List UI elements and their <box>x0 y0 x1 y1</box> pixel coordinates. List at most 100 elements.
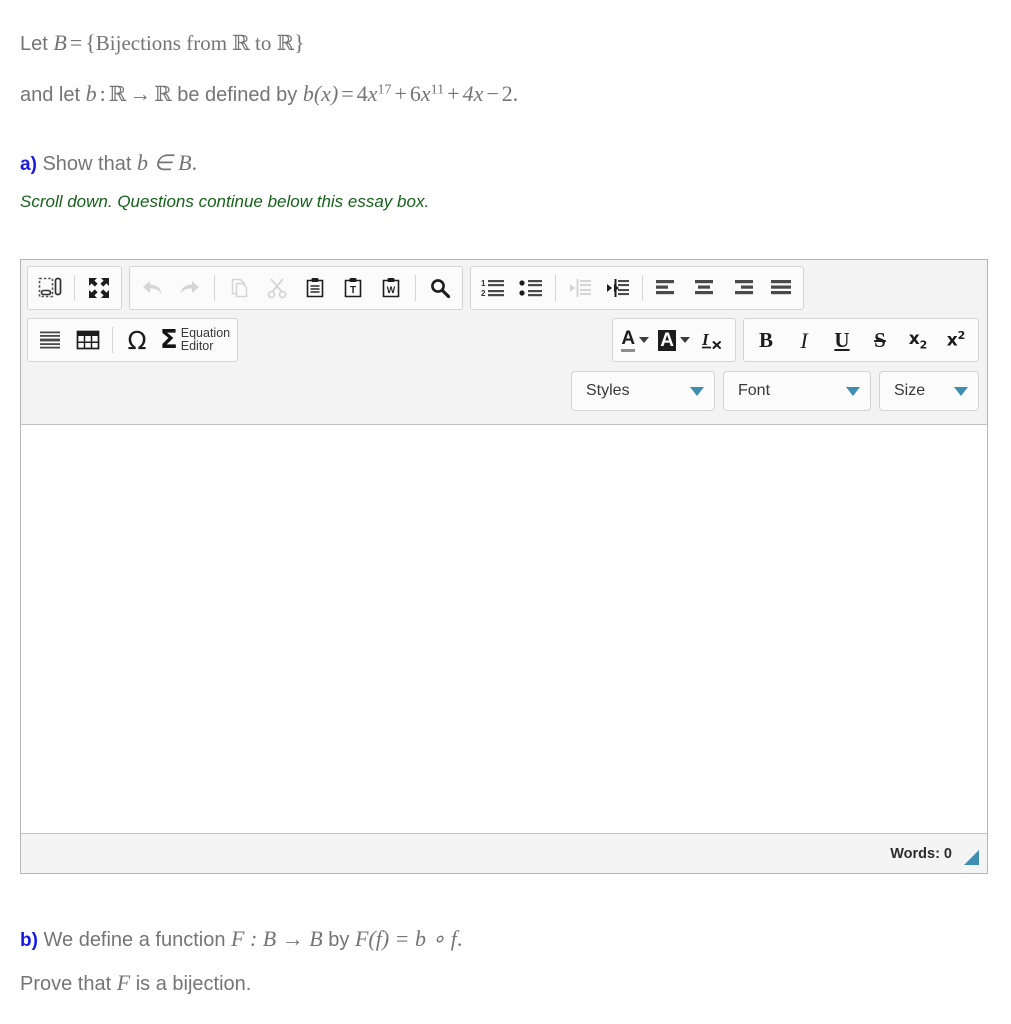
svg-text:I: I <box>701 330 710 349</box>
cut-icon[interactable] <box>258 270 296 306</box>
line2-term4: 2. <box>501 81 519 106</box>
background-color-icon[interactable]: A <box>654 322 694 358</box>
maximize-icon[interactable] <box>80 270 118 306</box>
horizontal-rule-icon[interactable] <box>31 322 69 358</box>
clipboard-glyph <box>306 278 324 298</box>
strikethrough-letter: S <box>874 327 886 352</box>
underline-letter: U <box>834 327 850 352</box>
line2-colon: : <box>99 81 106 106</box>
toolbar-separator <box>112 327 113 353</box>
size-select-value: Size <box>894 382 926 399</box>
equation-editor-button[interactable]: Σ Equation Editor <box>156 322 234 358</box>
horizontal-rule-glyph <box>40 331 60 349</box>
font-select[interactable]: Font <box>723 371 871 411</box>
resize-handle[interactable] <box>964 850 979 865</box>
editor-body[interactable] <box>21 425 987 833</box>
svg-text:T: T <box>350 285 356 296</box>
part-a-math: b ∈ B <box>136 150 192 175</box>
toolbar-row-1: T W 1 2 <box>25 266 983 318</box>
numbered-list-icon[interactable]: 1 2 <box>474 270 512 306</box>
align-right-icon[interactable] <box>724 270 762 306</box>
superscript-button[interactable]: x2 <box>937 322 975 358</box>
part-b-line-1: b) We define a function F : B → B by F(f… <box>20 918 960 962</box>
equation-editor-label: Equation Editor <box>181 326 230 354</box>
part-b-line-2: Prove that F is a bijection. <box>20 962 960 1005</box>
redo-icon[interactable] <box>171 270 209 306</box>
styles-select[interactable]: Styles <box>571 371 715 411</box>
undo-glyph <box>143 281 162 294</box>
superscript-index: 2 <box>957 329 966 343</box>
styles-select-value: Styles <box>586 382 630 399</box>
bold-button[interactable]: B <box>747 322 785 358</box>
table-icon[interactable] <box>69 322 107 358</box>
font-select-value: Font <box>738 382 771 399</box>
indent-icon[interactable] <box>599 270 637 306</box>
special-character-icon[interactable]: Ω <box>118 322 156 358</box>
align-right-glyph <box>735 280 753 295</box>
svg-text:2: 2 <box>481 289 486 298</box>
toolbar-row-3: Styles Font Size <box>25 371 983 421</box>
line1-text: Bijections from <box>95 31 233 55</box>
justify-icon[interactable] <box>762 270 800 306</box>
remove-format-icon[interactable]: I <box>694 322 732 358</box>
bulleted-list-icon[interactable] <box>512 270 550 306</box>
line2-equals: = <box>341 81 354 106</box>
toolbar-separator <box>415 275 416 301</box>
align-left-icon[interactable] <box>648 270 686 306</box>
line2-term2-exponent: 11 <box>430 82 445 98</box>
line2-middle-text: be defined by <box>171 84 303 106</box>
line2-prefix: and let <box>20 84 86 106</box>
size-select[interactable]: Size <box>879 371 979 411</box>
toolbar-separator <box>74 275 75 301</box>
copy-icon[interactable] <box>220 270 258 306</box>
part-b-math-1: F : B → B <box>231 926 323 951</box>
line2-plus-1: + <box>394 81 407 106</box>
part-b-period: . <box>456 926 463 951</box>
outdent-glyph <box>570 279 591 297</box>
italic-button[interactable]: I <box>785 322 823 358</box>
editor-toolbar: T W 1 2 Ω Σ Equation Editor A A I B I U … <box>21 260 987 425</box>
line2-term1-exponent: 17 <box>377 82 392 98</box>
problem-line-2: and let b: ℝ → ℝ be defined by b(x) = 4x17 +6x… <box>20 69 1011 120</box>
line1-reals-codomain: ℝ <box>276 31 295 55</box>
paste-as-text-icon[interactable]: T <box>334 270 372 306</box>
text-color-icon[interactable]: A <box>616 322 654 358</box>
find-icon[interactable] <box>421 270 459 306</box>
scissors-glyph <box>267 278 287 299</box>
toolbar-group-basicstyles: B I U S x2 x2 <box>743 318 979 362</box>
part-a-label: a) <box>20 154 37 175</box>
toolbar-group-insert: Ω Σ Equation Editor <box>27 318 239 362</box>
paste-from-word-icon[interactable]: W <box>372 270 410 306</box>
line2-term2-variable: x <box>420 81 431 106</box>
templates-icon[interactable] <box>31 270 69 306</box>
chevron-down-icon <box>690 386 704 396</box>
paste-icon[interactable] <box>296 270 334 306</box>
clipboard-word-glyph: W <box>382 278 400 298</box>
part-a-text: Show that <box>36 153 137 175</box>
subscript-base: x <box>908 328 920 349</box>
svg-text:W: W <box>387 285 396 295</box>
line1-brace-close: } <box>294 30 305 55</box>
part-b-line2-math: F <box>116 970 131 995</box>
part-b-text-pre: We define a function <box>37 929 232 951</box>
problem-line-1: Let B = {Bijections from ℝ to ℝ} <box>20 18 1011 69</box>
line1-prefix: Let <box>20 33 54 55</box>
underline-button[interactable]: U <box>823 322 861 358</box>
chevron-down-icon <box>954 386 968 396</box>
essay-question-page: Let B = {Bijections from ℝ to ℝ} and let b… <box>0 0 1011 1024</box>
magnifier-glyph <box>431 279 451 299</box>
line2-plus-2: + <box>447 81 460 106</box>
omega-glyph: Ω <box>127 325 147 355</box>
undo-icon[interactable] <box>133 270 171 306</box>
toolbar-group-paragraph: 1 2 <box>470 266 804 310</box>
part-b-line2-post: is a bijection. <box>130 973 252 995</box>
align-center-icon[interactable] <box>686 270 724 306</box>
part-b-math-2: F(f) = b ∘ f <box>354 926 457 951</box>
superscript-base: x <box>946 330 958 351</box>
strikethrough-button[interactable]: S <box>861 322 899 358</box>
subscript-button[interactable]: x2 <box>899 322 937 358</box>
outdent-icon[interactable] <box>561 270 599 306</box>
line2-fn-name: b <box>85 81 97 106</box>
justify-glyph <box>771 280 791 295</box>
table-glyph <box>76 330 100 350</box>
